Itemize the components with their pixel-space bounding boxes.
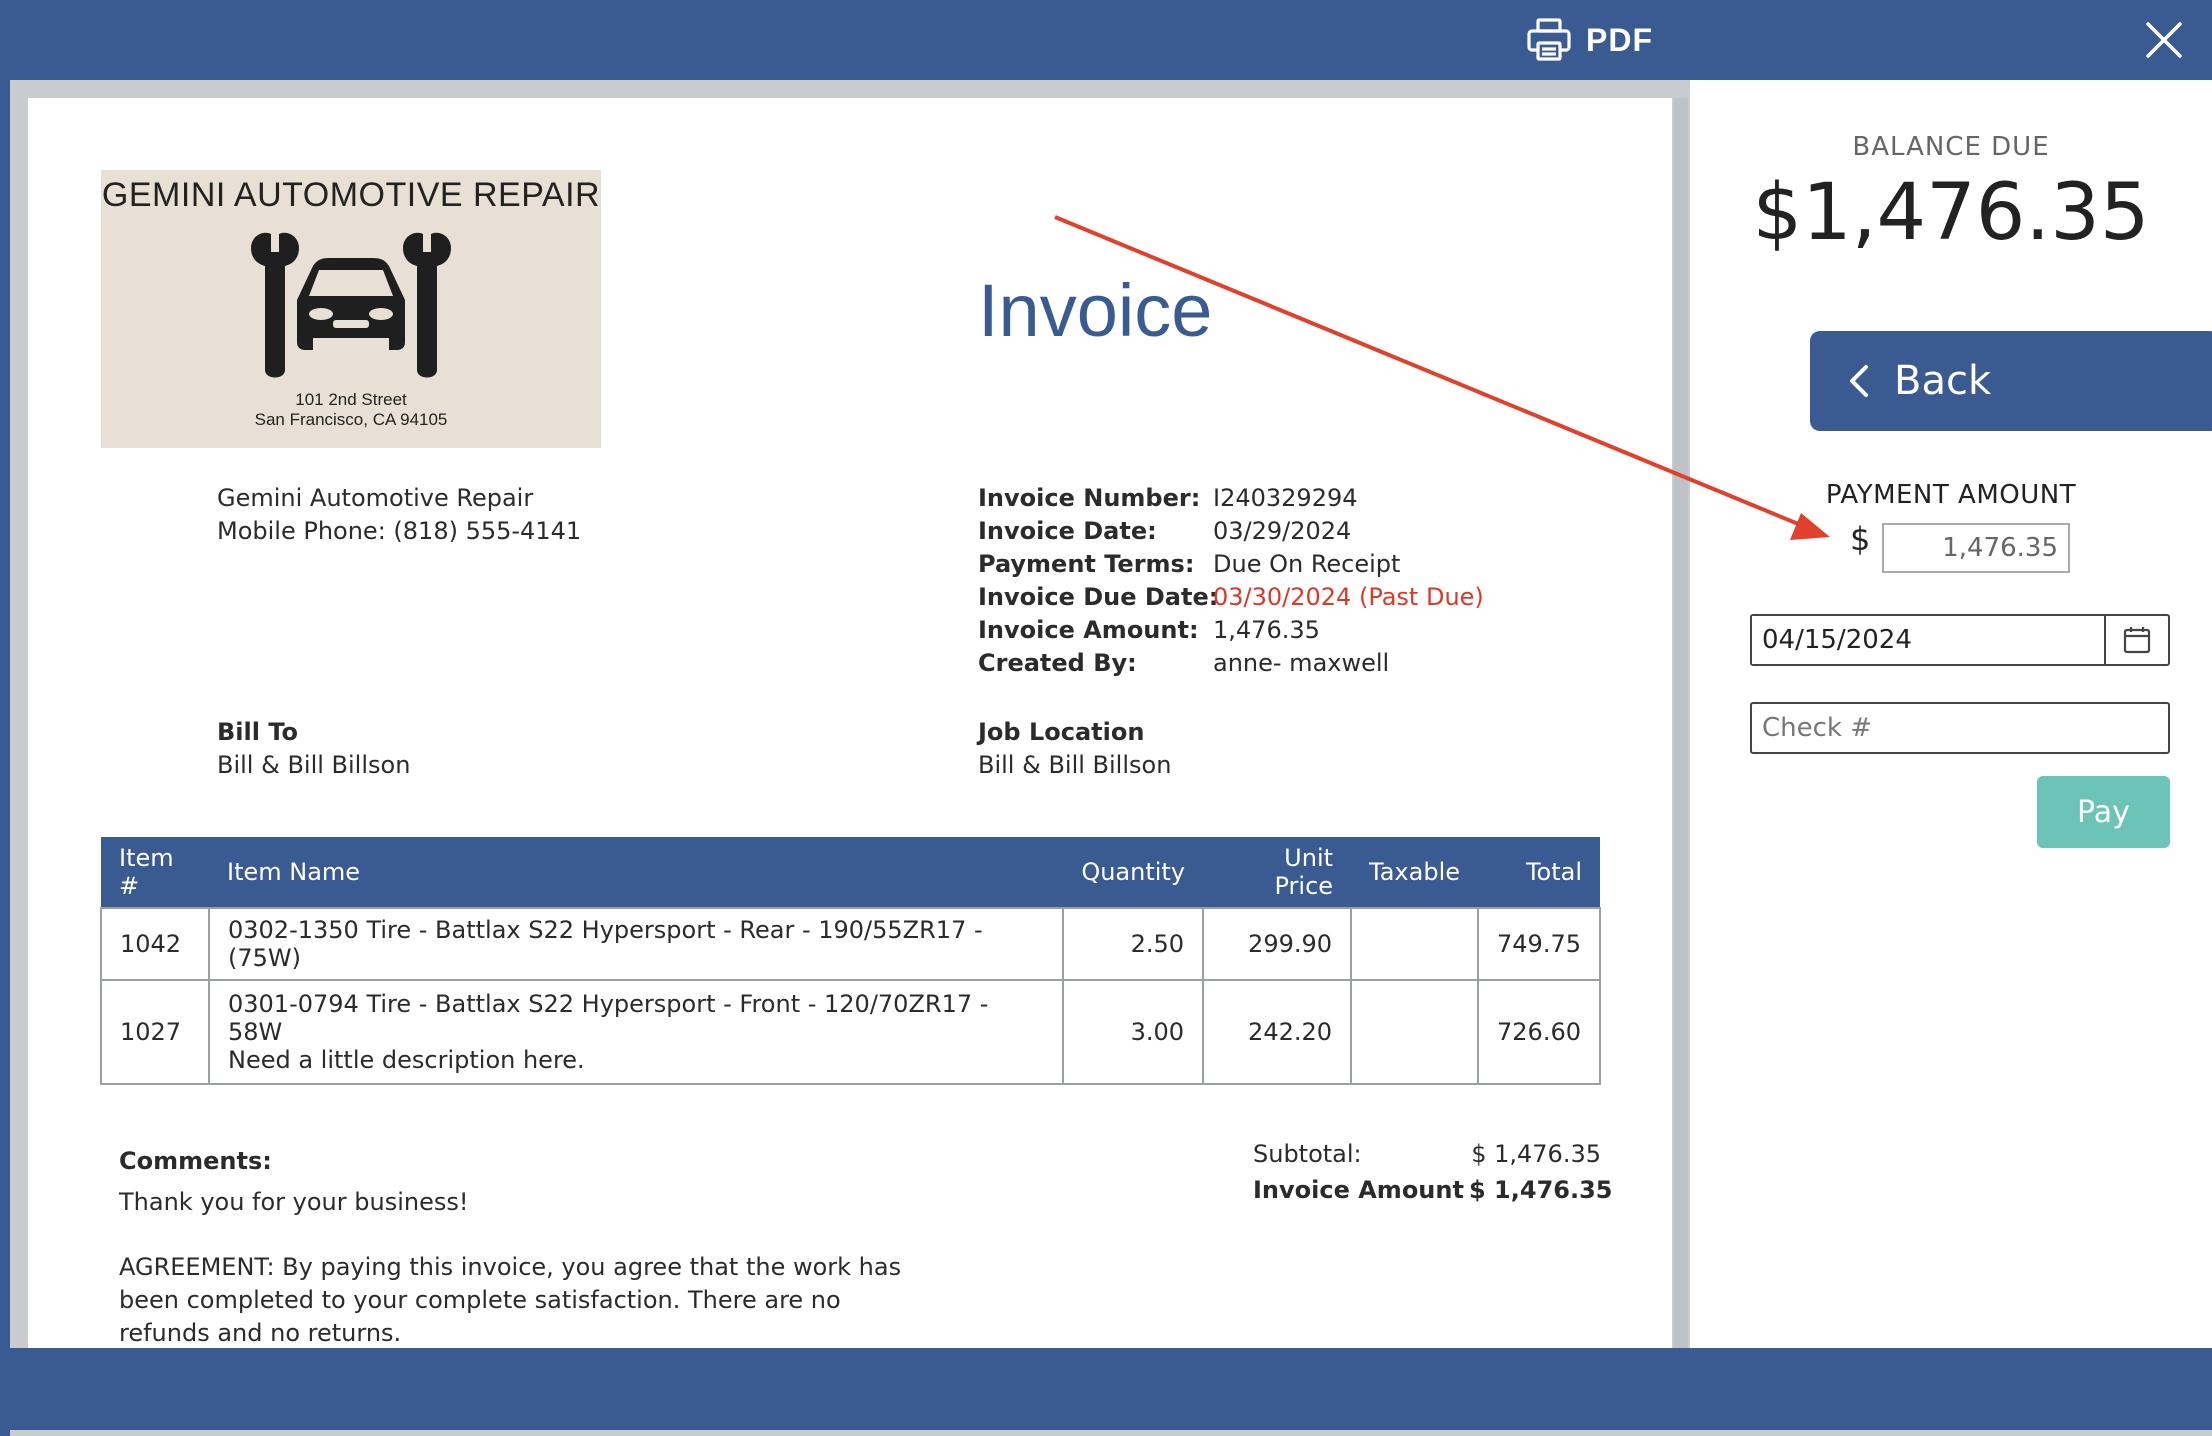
col-total: Total	[1478, 837, 1600, 908]
cell-taxable	[1350, 979, 1480, 1085]
company-name: Gemini Automotive Repair	[217, 484, 534, 512]
back-label: Back	[1894, 358, 1992, 404]
table-row: 1042 0302-1350 Tire - Battlax S22 Hypers…	[100, 907, 1601, 981]
cell-total: 726.60	[1477, 979, 1601, 1085]
check-number-input[interactable]	[1750, 702, 2170, 754]
bottom-bar	[10, 1348, 2212, 1436]
job-location-label: Job Location	[978, 718, 1145, 746]
detail-label: Invoice Due Date:	[978, 583, 1219, 611]
logo-address-line2: San Francisco, CA 94105	[254, 410, 448, 429]
cell-total: 749.75	[1477, 907, 1601, 981]
invoice-number: I240329294	[1213, 484, 1358, 512]
comments-text: Thank you for your business!	[119, 1188, 469, 1216]
invoice-amount-label: Invoice Amount	[1253, 1176, 1464, 1204]
detail-label: Payment Terms:	[978, 550, 1195, 578]
detail-label: Invoice Date:	[978, 517, 1157, 545]
pdf-label: PDF	[1586, 21, 1653, 58]
cell-item-name: 0301-0794 Tire - Battlax S22 Hypersport …	[228, 990, 989, 1046]
invoice-paper: GEMINI AUTOMOTIVE REPAIR 101 2nd Street …	[28, 98, 1672, 1348]
car-wrench-icon	[251, 232, 451, 378]
calendar-icon	[2123, 627, 2151, 654]
col-taxable: Taxable	[1351, 837, 1479, 908]
left-edge	[0, 0, 10, 1436]
created-by: anne- maxwell	[1213, 649, 1390, 677]
pay-button[interactable]: Pay	[2037, 776, 2170, 848]
cell-quantity: 2.50	[1062, 907, 1205, 981]
col-item-no: Item #	[101, 837, 209, 908]
invoice-title: Invoice	[978, 269, 1213, 352]
cell-unit-price: 299.90	[1202, 907, 1353, 981]
cell-item-no: 1027	[100, 979, 210, 1085]
logo-title: GEMINI AUTOMOTIVE REPAIR	[101, 176, 601, 214]
table-row: 1027 0301-0794 Tire - Battlax S22 Hypers…	[100, 979, 1601, 1085]
cell-quantity: 3.00	[1062, 979, 1205, 1085]
invoice-date: 03/29/2024	[1213, 517, 1352, 545]
bill-to-label: Bill To	[217, 718, 298, 746]
due-date: 03/30/2024 (Past Due)	[1213, 583, 1484, 611]
printer-icon	[1527, 18, 1571, 61]
balance-due-label: BALANCE DUE	[1852, 132, 2050, 162]
cell-item-name: 0302-1350 Tire - Battlax S22 Hypersport …	[207, 907, 1065, 981]
payment-terms: Due On Receipt	[1213, 550, 1401, 578]
invoice-amount-value: $ 1,476.35	[1469, 1176, 1613, 1204]
job-location-value: Bill & Bill Billson	[978, 751, 1172, 779]
col-unit-price: Unit Price	[1203, 837, 1352, 908]
line-items-table: Item # Item Name Quantity Unit Price Tax…	[100, 837, 1601, 1085]
company-logo: GEMINI AUTOMOTIVE REPAIR 101 2nd Street …	[101, 170, 601, 448]
pdf-button[interactable]: PDF	[1526, 16, 1653, 64]
detail-label: Invoice Number:	[978, 484, 1201, 512]
balance-due-amount: $1,476.35	[1752, 168, 2150, 258]
currency-symbol: $	[1850, 520, 1871, 558]
payment-amount-label: PAYMENT AMOUNT	[1825, 480, 2077, 510]
detail-label: Invoice Amount:	[978, 616, 1199, 644]
detail-label: Created By:	[978, 649, 1137, 677]
agreement-line: refunds and no returns.	[119, 1319, 402, 1347]
payment-amount-input[interactable]	[1882, 523, 2070, 573]
back-button[interactable]: Back	[1810, 331, 2212, 431]
cell-item-name-multiline: 0301-0794 Tire - Battlax S22 Hypersport …	[207, 979, 1065, 1085]
calendar-button[interactable]	[2104, 616, 2168, 664]
subtotal-value: $ 1,476.35	[1471, 1140, 1601, 1168]
comments-label: Comments:	[119, 1147, 272, 1175]
bottom-strip	[10, 1430, 2212, 1436]
col-quantity: Quantity	[1063, 837, 1204, 908]
top-bar	[0, 0, 2212, 80]
subtotal-label: Subtotal:	[1253, 1140, 1362, 1168]
cell-item-description: Need a little description here.	[228, 1046, 585, 1074]
cell-taxable	[1350, 907, 1480, 981]
col-item-name: Item Name	[209, 837, 1064, 908]
invoice-amount: 1,476.35	[1213, 616, 1320, 644]
agreement-line: been completed to your complete satisfac…	[119, 1286, 841, 1314]
payment-date-input[interactable]	[1752, 616, 2104, 664]
bill-to-value: Bill & Bill Billson	[217, 751, 411, 779]
document-scrollbar[interactable]	[1674, 98, 1688, 1348]
payment-date-field	[1750, 614, 2170, 666]
agreement-line: AGREEMENT: By paying this invoice, you a…	[119, 1253, 902, 1281]
payment-panel: BALANCE DUE $1,476.35 Back PAYMENT AMOUN…	[1690, 80, 2212, 1348]
cell-item-no: 1042	[100, 907, 210, 981]
table-header-row: Item # Item Name Quantity Unit Price Tax…	[101, 837, 1600, 908]
company-phone: Mobile Phone: (818) 555-4141	[217, 517, 582, 545]
logo-address-line1: 101 2nd Street	[295, 390, 407, 409]
cell-unit-price: 242.20	[1202, 979, 1353, 1085]
close-icon[interactable]	[2142, 18, 2186, 62]
chevron-left-icon	[1850, 365, 1868, 397]
